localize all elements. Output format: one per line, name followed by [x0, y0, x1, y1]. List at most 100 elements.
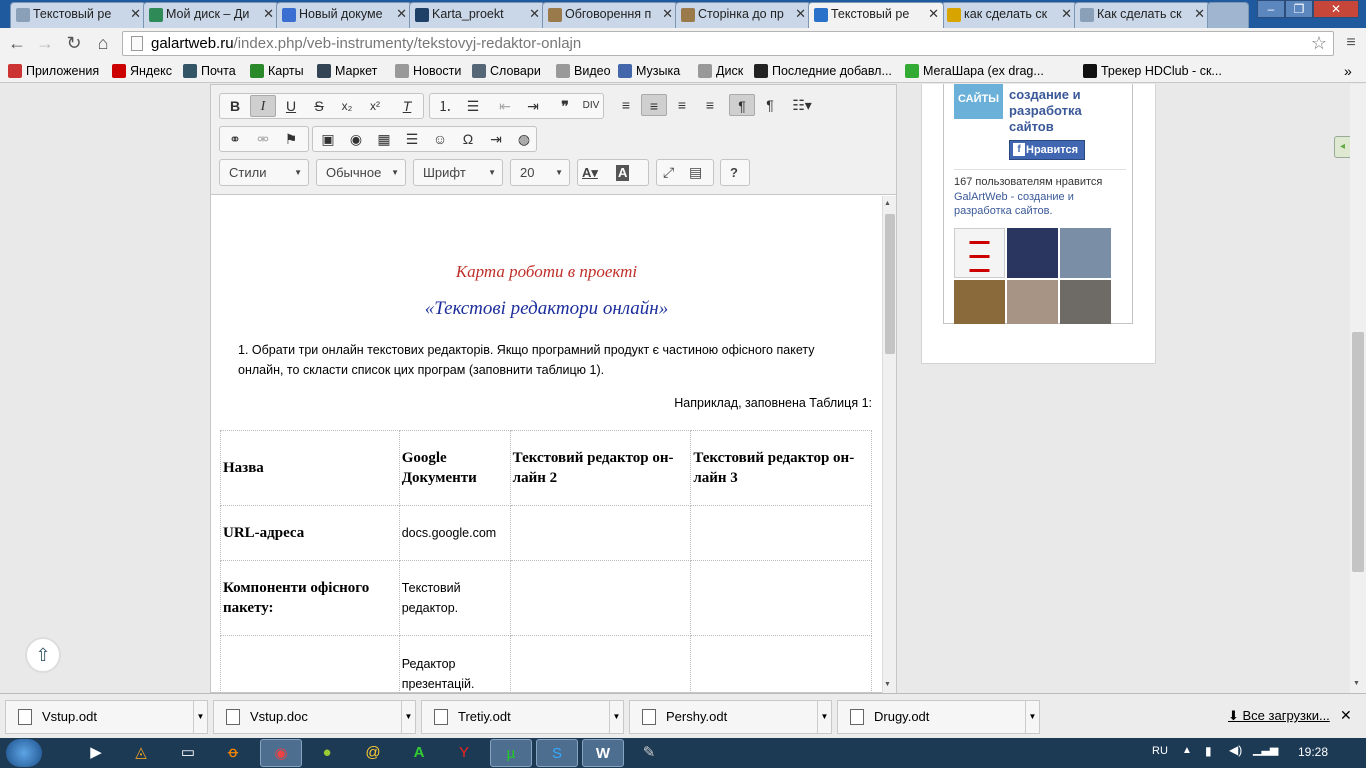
decrease-indent-icon[interactable]: ⇤ — [492, 95, 518, 117]
anchor-flag-icon[interactable]: ⚑ — [278, 128, 304, 150]
menu-icon[interactable]: ≡ — [1339, 32, 1363, 54]
like-button[interactable]: f Нравится — [1009, 140, 1085, 160]
close-icon[interactable]: ✕ — [1061, 3, 1072, 25]
fan-avatar[interactable] — [1060, 280, 1111, 324]
italic-button[interactable]: I — [250, 95, 276, 117]
special-char-icon[interactable]: Ω — [455, 128, 481, 150]
like-page-link[interactable]: GalArtWeb - создание и разработка сайтов… — [954, 190, 1129, 218]
bookmark-item[interactable]: Музыка — [618, 62, 680, 80]
scroll-to-top-icon[interactable]: ⇧ — [25, 637, 61, 673]
back-icon[interactable]: ← — [5, 32, 29, 54]
word-icon[interactable]: W — [582, 739, 624, 767]
close-icon[interactable]: ✕ — [130, 3, 141, 25]
remove-format-button[interactable]: T — [394, 95, 420, 117]
numbered-list-icon[interactable]: ⒈ — [432, 95, 458, 117]
maximize-icon[interactable]: ⤢ — [663, 160, 674, 185]
page-break-icon[interactable]: ⇥ — [483, 128, 509, 150]
font-size-select[interactable]: 20 ▼ — [510, 159, 570, 186]
odnoklassniki-icon[interactable]: ꝋ — [212, 739, 254, 767]
chevron-down-icon[interactable]: ▼ — [193, 701, 207, 733]
editor-scrollbar[interactable]: ▲ ▼ — [882, 196, 896, 693]
text-color-icon[interactable]: A▾ — [582, 160, 598, 185]
smiley-icon[interactable]: ☺ — [427, 128, 453, 150]
page-name-link[interactable]: создание и разработка сайтов — [1009, 87, 1129, 135]
close-icon[interactable]: ✕ — [795, 3, 806, 25]
background-color-icon[interactable]: A — [616, 165, 630, 181]
download-item[interactable]: Vstup.doc ▼ — [213, 700, 416, 734]
browser-tab[interactable]: Новый докуме ✕ — [276, 2, 412, 28]
show-blocks-icon[interactable]: ▤ — [689, 160, 702, 185]
page-scrollbar[interactable]: ▼ — [1350, 84, 1366, 693]
bookmark-item[interactable]: Приложения — [8, 62, 99, 80]
side-tab-icon[interactable]: ◂ — [1334, 136, 1350, 158]
iframe-globe-icon[interactable]: ◍ — [511, 128, 537, 150]
bulleted-list-icon[interactable]: ☰ — [460, 95, 486, 117]
address-bar[interactable]: galartweb.ru/index.php/veb-instrumenty/t… — [122, 31, 1334, 56]
close-icon[interactable]: ✕ — [263, 3, 274, 25]
superscript-button[interactable]: x² — [362, 95, 388, 117]
underline-button[interactable]: U — [278, 95, 304, 117]
flash-icon[interactable]: ◉ — [343, 128, 369, 150]
browser-tab[interactable]: Karta_proekt ✕ — [409, 2, 545, 28]
chevron-down-icon[interactable]: ▼ — [1025, 701, 1039, 733]
yandex-browser-icon[interactable]: Y — [443, 739, 485, 767]
ltr-direction-icon[interactable]: ¶ — [729, 94, 755, 116]
bold-button[interactable]: B — [222, 95, 248, 117]
forward-icon[interactable]: → — [33, 32, 57, 54]
reload-icon[interactable]: ↻ — [62, 32, 86, 54]
minimize-button[interactable]: – — [1257, 0, 1285, 18]
chevron-down-icon[interactable]: ▼ — [609, 701, 623, 733]
all-downloads-link[interactable]: ⬇ Все загрузки... — [1228, 708, 1330, 724]
browser-tab[interactable]: Текстовый ре ✕ — [808, 2, 944, 28]
browser-tab[interactable]: Обговорення п ✕ — [542, 2, 678, 28]
fan-avatar[interactable] — [1007, 228, 1058, 278]
fan-avatar[interactable]: ▬▬ ▬▬ ▬▬ — [954, 228, 1005, 278]
rtl-direction-icon[interactable]: ¶ — [757, 94, 783, 116]
page-scroll-thumb[interactable] — [1352, 332, 1364, 572]
bookmark-item[interactable]: Диск — [698, 62, 743, 80]
file-explorer-icon[interactable]: ▭ — [167, 739, 209, 767]
bookmark-item[interactable]: Видео — [556, 62, 611, 80]
chevron-down-icon[interactable]: ▼ — [817, 701, 831, 733]
bookmark-item[interactable]: Маркет — [317, 62, 377, 80]
browser-tab[interactable]: как сделать ск ✕ — [941, 2, 1077, 28]
increase-indent-icon[interactable]: ⇥ — [520, 95, 546, 117]
browser-tab[interactable]: Как сделать ск ✕ — [1074, 2, 1210, 28]
scroll-thumb[interactable] — [885, 214, 895, 354]
bookmark-item[interactable]: Последние добавл... — [754, 62, 892, 80]
scroll-up-icon[interactable]: ▲ — [884, 200, 891, 207]
browser-tab[interactable]: Сторінка до пр ✕ — [675, 2, 811, 28]
language-indicator[interactable]: RU — [1152, 745, 1168, 757]
help-icon[interactable]: ? — [720, 159, 750, 186]
editor-content[interactable]: Карта роботи в проекті «Текстові редакто… — [211, 196, 882, 693]
bookmark-item[interactable]: Почта — [183, 62, 236, 80]
fan-avatar[interactable] — [1060, 228, 1111, 278]
maximize-button[interactable]: ❐ — [1285, 0, 1313, 18]
download-item[interactable]: Tretiy.odt ▼ — [421, 700, 624, 734]
avast-icon[interactable]: ◬ — [120, 739, 162, 767]
chevron-down-icon[interactable]: ▼ — [401, 701, 415, 733]
close-icon[interactable]: ✕ — [928, 3, 939, 25]
align-left-icon[interactable]: ≡ — [613, 94, 639, 116]
new-tab-button[interactable] — [1207, 2, 1249, 28]
bookmark-item[interactable]: МегаШара (ex drag... — [905, 62, 1044, 80]
table-icon[interactable]: ▦ — [371, 128, 397, 150]
close-window-button[interactable]: ✕ — [1313, 0, 1359, 18]
bookmark-item[interactable]: Новости — [395, 62, 461, 80]
strikethrough-button[interactable]: S — [306, 95, 332, 117]
close-downloads-icon[interactable]: ✕ — [1340, 707, 1352, 724]
scroll-down-icon[interactable]: ▼ — [884, 681, 891, 688]
align-right-icon[interactable]: ≡ — [669, 94, 695, 116]
image-icon[interactable]: ▣ — [315, 128, 341, 150]
horizontal-line-icon[interactable]: ☰ — [399, 128, 425, 150]
network-icon[interactable]: ▁▃▅ — [1253, 743, 1278, 756]
scroll-down-icon[interactable]: ▼ — [1353, 680, 1360, 687]
bookmarks-overflow-icon[interactable]: » — [1344, 62, 1352, 80]
browser-tab[interactable]: Текстовый ре ✕ — [10, 2, 146, 28]
close-icon[interactable]: ✕ — [1194, 3, 1205, 25]
bookmark-item[interactable]: Словари — [472, 62, 541, 80]
fan-avatar[interactable] — [1007, 280, 1058, 324]
home-icon[interactable]: ⌂ — [91, 32, 115, 54]
bookmark-item[interactable]: Яндекс — [112, 62, 172, 80]
download-item[interactable]: Pershy.odt ▼ — [629, 700, 832, 734]
